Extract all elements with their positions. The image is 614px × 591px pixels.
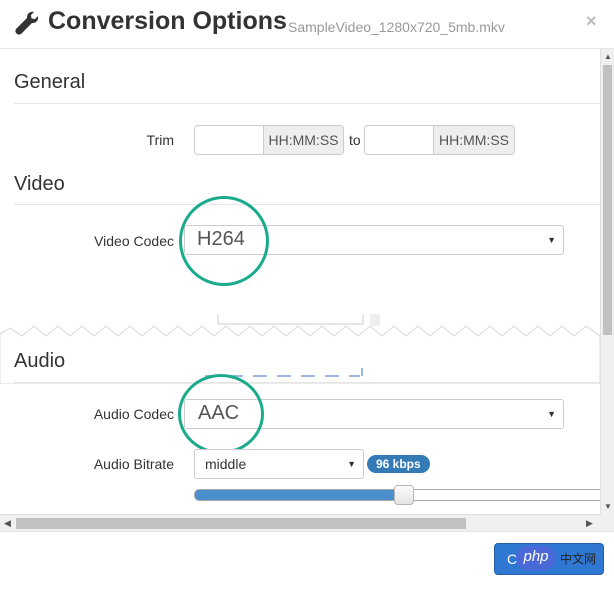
caret-down-icon: ▼ — [547, 409, 556, 419]
dialog-header: Conversion Options SampleVideo_1280x720_… — [0, 0, 614, 49]
audio-codec-value: AAC — [198, 402, 240, 424]
slider-fill — [195, 490, 405, 500]
vertical-scroll-thumb[interactable] — [603, 65, 612, 335]
audio-bitrate-select[interactable]: middle ▼ — [194, 449, 364, 479]
wrench-icon — [15, 11, 38, 35]
scrollbar-corner — [600, 514, 614, 531]
triangle-down-icon[interactable]: ▼ — [604, 502, 612, 511]
vertical-scrollbar[interactable]: ▲ ▼ — [600, 49, 614, 514]
bitrate-badge: 96 kbps — [367, 455, 430, 473]
video-codec-label: Video Codec — [94, 233, 174, 249]
trim-end-format: HH:MM:SS — [434, 125, 515, 155]
trim-end-input[interactable] — [364, 125, 434, 155]
audio-codec-select[interactable]: ▼ — [184, 399, 564, 429]
general-heading: General — [14, 71, 86, 93]
audio-codec-label: Audio Codec — [93, 406, 174, 422]
audio-heading: Audio — [14, 350, 66, 372]
trim-start-input[interactable] — [194, 125, 264, 155]
video-divider — [14, 204, 600, 205]
triangle-right-icon[interactable]: ▶ — [586, 518, 593, 529]
file-name: SampleVideo_1280x720_5mb.mkv — [288, 19, 505, 35]
slider-handle[interactable] — [394, 485, 414, 505]
audio-bitrate-label: Audio Bitrate — [93, 456, 174, 472]
trim-start-format: HH:MM:SS — [264, 125, 344, 155]
triangle-up-icon[interactable]: ▲ — [604, 52, 612, 61]
dialog-title: Conversion Options — [48, 7, 287, 35]
caret-down-icon: ▼ — [547, 235, 556, 245]
horizontal-scrollbar[interactable]: ◀ ▶ — [0, 514, 600, 532]
horizontal-scroll-thumb[interactable] — [16, 518, 466, 529]
general-divider — [14, 103, 600, 104]
torn-edge — [0, 314, 600, 384]
close-icon[interactable]: × — [586, 12, 597, 30]
video-heading: Video — [14, 173, 65, 195]
caret-down-icon: ▼ — [347, 459, 356, 469]
convert-button-label: C — [507, 551, 518, 567]
video-codec-value: H264 — [197, 228, 245, 250]
audio-divider — [14, 382, 600, 383]
triangle-left-icon[interactable]: ◀ — [4, 518, 11, 529]
trim-label: Trim — [146, 132, 174, 148]
options-form: General Trim HH:MM:SS to HH:MM:SS Video … — [0, 49, 600, 514]
trim-to-label: to — [349, 132, 361, 148]
audio-bitrate-value: middle — [205, 456, 247, 472]
convert-button[interactable]: C — [494, 543, 604, 575]
